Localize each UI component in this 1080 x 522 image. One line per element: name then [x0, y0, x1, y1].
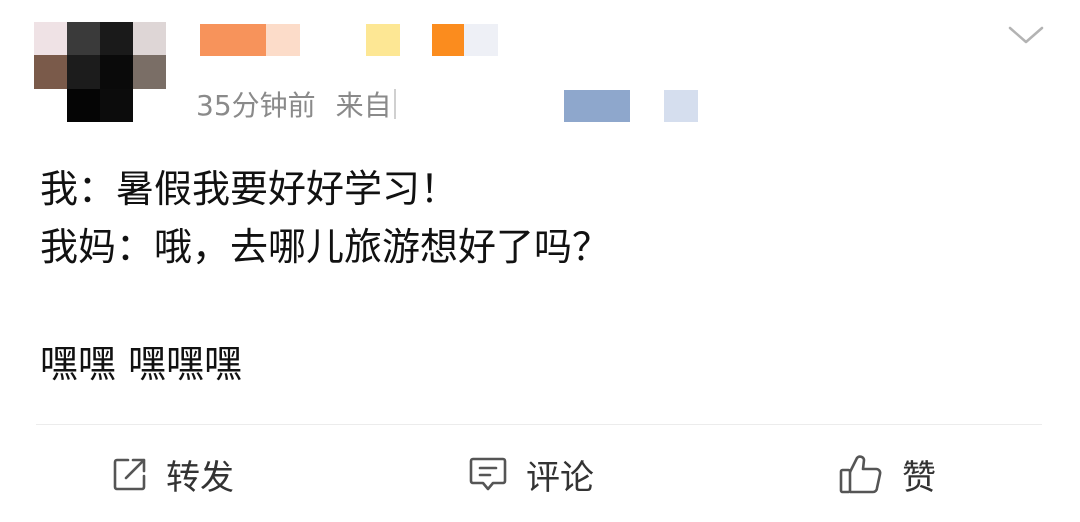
comment-icon	[469, 457, 507, 491]
post-time: 35分钟前	[196, 89, 316, 122]
content-line: 嘿嘿 嘿嘿嘿	[40, 342, 243, 386]
repost-label: 转发	[166, 457, 234, 498]
divider	[36, 424, 1042, 425]
thumbs-up-icon	[839, 455, 882, 494]
content-line: 我：暑假我要好好学习！	[40, 167, 459, 211]
action-bar: 转发 评论 赞	[0, 443, 1080, 505]
avatar[interactable]	[34, 22, 166, 123]
source-separator	[393, 89, 396, 119]
chevron-down-icon[interactable]	[1006, 18, 1046, 50]
post-content: 我：暑假我要好好学习！ 我妈：哦，去哪儿旅游想好了吗？ 嘿嘿 嘿嘿嘿	[40, 160, 1040, 393]
like-label: 赞	[902, 457, 936, 498]
post-meta: 35分钟前 来自	[196, 86, 396, 122]
content-line: 我妈：哦，去哪儿旅游想好了吗？	[40, 225, 611, 269]
like-button[interactable]: 赞	[838, 443, 936, 505]
share-icon	[113, 458, 146, 491]
post-source-label: 来自	[335, 89, 392, 122]
comment-button[interactable]: 评论	[468, 443, 594, 505]
repost-button[interactable]: 转发	[112, 443, 234, 505]
comment-label: 评论	[526, 457, 594, 498]
